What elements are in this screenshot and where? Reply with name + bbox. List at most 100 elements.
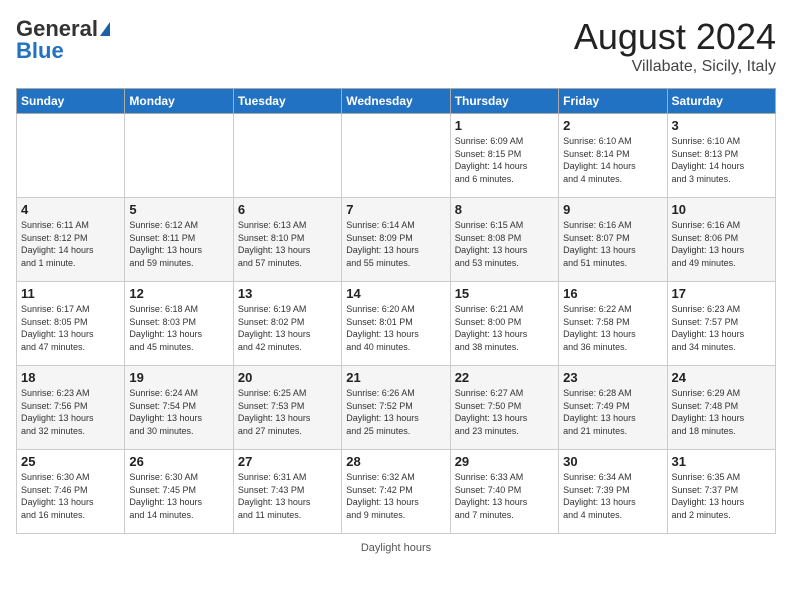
day-info: Sunrise: 6:33 AM Sunset: 7:40 PM Dayligh… bbox=[455, 471, 554, 521]
calendar-cell: 16Sunrise: 6:22 AM Sunset: 7:58 PM Dayli… bbox=[559, 282, 667, 366]
weekday-header: Tuesday bbox=[233, 89, 341, 114]
calendar-cell: 31 Sunrise: 6:35 AM Sunset: 7:37 PM Dayli… bbox=[667, 450, 775, 534]
calendar-cell: 7Sunrise: 6:14 AM Sunset: 8:09 PM Daylig… bbox=[342, 198, 450, 282]
day-info: Sunrise: 6:25 AM Sunset: 7:53 PM Dayligh… bbox=[238, 387, 337, 437]
day-number: 9 bbox=[563, 202, 662, 217]
calendar-cell: 13Sunrise: 6:19 AM Sunset: 8:02 PM Dayli… bbox=[233, 282, 341, 366]
day-info: Sunrise: 6:28 AM Sunset: 7:49 PM Dayligh… bbox=[563, 387, 662, 437]
day-number: 3 bbox=[672, 118, 771, 133]
logo: General Blue bbox=[16, 16, 110, 64]
day-info: Sunrise: 6:31 AM Sunset: 7:43 PM Dayligh… bbox=[238, 471, 337, 521]
day-info: Sunrise: 6:27 AM Sunset: 7:50 PM Dayligh… bbox=[455, 387, 554, 437]
calendar-cell: 19 Sunrise: 6:24 AM Sunset: 7:54 PM Dayli… bbox=[125, 366, 233, 450]
page-header: General Blue August 2024 Villabate, Sici… bbox=[16, 16, 776, 76]
day-number: 26 bbox=[129, 454, 228, 469]
weekday-header: Monday bbox=[125, 89, 233, 114]
calendar-cell: 30Sunrise: 6:34 AM Sunset: 7:39 PM Dayli… bbox=[559, 450, 667, 534]
calendar-cell: 5 Sunrise: 6:12 AM Sunset: 8:11 PM Daylig… bbox=[125, 198, 233, 282]
calendar-table: SundayMondayTuesdayWednesdayThursdayFrid… bbox=[16, 88, 776, 534]
day-number: 5 bbox=[129, 202, 228, 217]
day-info: Sunrise: 6:12 AM Sunset: 8:11 PM Dayligh… bbox=[129, 219, 228, 269]
calendar-week-row: 11Sunrise: 6:17 AM Sunset: 8:05 PM Dayli… bbox=[17, 282, 776, 366]
calendar-cell: 24Sunrise: 6:29 AM Sunset: 7:48 PM Dayli… bbox=[667, 366, 775, 450]
day-number: 16 bbox=[563, 286, 662, 301]
day-number: 6 bbox=[238, 202, 337, 217]
day-info: Sunrise: 6:09 AM Sunset: 8:15 PM Dayligh… bbox=[455, 135, 554, 185]
day-info: Sunrise: 6:32 AM Sunset: 7:42 PM Dayligh… bbox=[346, 471, 445, 521]
calendar-week-row: 18 Sunrise: 6:23 AM Sunset: 7:56 PM Dayli… bbox=[17, 366, 776, 450]
logo-triangle-icon bbox=[100, 22, 110, 36]
day-info: Sunrise: 6:16 AM Sunset: 8:06 PM Dayligh… bbox=[672, 219, 771, 269]
calendar-cell: 9 Sunrise: 6:16 AM Sunset: 8:07 PM Daylig… bbox=[559, 198, 667, 282]
calendar-cell: 4 Sunrise: 6:11 AM Sunset: 8:12 PM Daylig… bbox=[17, 198, 125, 282]
calendar-cell: 17 Sunrise: 6:23 AM Sunset: 7:57 PM Dayli… bbox=[667, 282, 775, 366]
day-info: Sunrise: 6:35 AM Sunset: 7:37 PM Dayligh… bbox=[672, 471, 771, 521]
calendar-cell: 3 Sunrise: 6:10 AM Sunset: 8:13 PM Daylig… bbox=[667, 114, 775, 198]
calendar-week-row: 25 Sunrise: 6:30 AM Sunset: 7:46 PM Dayli… bbox=[17, 450, 776, 534]
calendar-cell: 12 Sunrise: 6:18 AM Sunset: 8:03 PM Dayli… bbox=[125, 282, 233, 366]
calendar-cell: 27 Sunrise: 6:31 AM Sunset: 7:43 PM Dayli… bbox=[233, 450, 341, 534]
day-number: 10 bbox=[672, 202, 771, 217]
day-number: 31 bbox=[672, 454, 771, 469]
day-info: Sunrise: 6:30 AM Sunset: 7:45 PM Dayligh… bbox=[129, 471, 228, 521]
weekday-header-row: SundayMondayTuesdayWednesdayThursdayFrid… bbox=[17, 89, 776, 114]
day-number: 8 bbox=[455, 202, 554, 217]
calendar-cell: 28 Sunrise: 6:32 AM Sunset: 7:42 PM Dayli… bbox=[342, 450, 450, 534]
day-info: Sunrise: 6:17 AM Sunset: 8:05 PM Dayligh… bbox=[21, 303, 120, 353]
day-number: 25 bbox=[21, 454, 120, 469]
calendar-cell: 26 Sunrise: 6:30 AM Sunset: 7:45 PM Dayli… bbox=[125, 450, 233, 534]
day-number: 23 bbox=[563, 370, 662, 385]
calendar-cell bbox=[17, 114, 125, 198]
day-info: Sunrise: 6:23 AM Sunset: 7:57 PM Dayligh… bbox=[672, 303, 771, 353]
day-number: 12 bbox=[129, 286, 228, 301]
day-number: 19 bbox=[129, 370, 228, 385]
day-info: Sunrise: 6:24 AM Sunset: 7:54 PM Dayligh… bbox=[129, 387, 228, 437]
calendar-cell: 8 Sunrise: 6:15 AM Sunset: 8:08 PM Daylig… bbox=[450, 198, 558, 282]
footer: Daylight hours bbox=[16, 542, 776, 554]
calendar-cell: 23 Sunrise: 6:28 AM Sunset: 7:49 PM Dayli… bbox=[559, 366, 667, 450]
day-info: Sunrise: 6:11 AM Sunset: 8:12 PM Dayligh… bbox=[21, 219, 120, 269]
weekday-header: Sunday bbox=[17, 89, 125, 114]
day-number: 17 bbox=[672, 286, 771, 301]
day-info: Sunrise: 6:21 AM Sunset: 8:00 PM Dayligh… bbox=[455, 303, 554, 353]
month-year-title: August 2024 bbox=[574, 16, 776, 58]
day-info: Sunrise: 6:23 AM Sunset: 7:56 PM Dayligh… bbox=[21, 387, 120, 437]
calendar-cell: 22 Sunrise: 6:27 AM Sunset: 7:50 PM Dayli… bbox=[450, 366, 558, 450]
weekday-header: Saturday bbox=[667, 89, 775, 114]
weekday-header: Thursday bbox=[450, 89, 558, 114]
day-info: Sunrise: 6:16 AM Sunset: 8:07 PM Dayligh… bbox=[563, 219, 662, 269]
calendar-cell: 25 Sunrise: 6:30 AM Sunset: 7:46 PM Dayli… bbox=[17, 450, 125, 534]
day-number: 1 bbox=[455, 118, 554, 133]
day-number: 21 bbox=[346, 370, 445, 385]
day-number: 22 bbox=[455, 370, 554, 385]
day-number: 27 bbox=[238, 454, 337, 469]
day-info: Sunrise: 6:10 AM Sunset: 8:13 PM Dayligh… bbox=[672, 135, 771, 185]
calendar-cell: 11Sunrise: 6:17 AM Sunset: 8:05 PM Dayli… bbox=[17, 282, 125, 366]
calendar-cell bbox=[342, 114, 450, 198]
day-number: 29 bbox=[455, 454, 554, 469]
day-info: Sunrise: 6:14 AM Sunset: 8:09 PM Dayligh… bbox=[346, 219, 445, 269]
weekday-header: Friday bbox=[559, 89, 667, 114]
day-number: 15 bbox=[455, 286, 554, 301]
day-info: Sunrise: 6:18 AM Sunset: 8:03 PM Dayligh… bbox=[129, 303, 228, 353]
day-info: Sunrise: 6:29 AM Sunset: 7:48 PM Dayligh… bbox=[672, 387, 771, 437]
day-info: Sunrise: 6:30 AM Sunset: 7:46 PM Dayligh… bbox=[21, 471, 120, 521]
calendar-cell: 15 Sunrise: 6:21 AM Sunset: 8:00 PM Dayli… bbox=[450, 282, 558, 366]
day-number: 20 bbox=[238, 370, 337, 385]
day-info: Sunrise: 6:13 AM Sunset: 8:10 PM Dayligh… bbox=[238, 219, 337, 269]
day-info: Sunrise: 6:34 AM Sunset: 7:39 PM Dayligh… bbox=[563, 471, 662, 521]
calendar-cell: 29 Sunrise: 6:33 AM Sunset: 7:40 PM Dayli… bbox=[450, 450, 558, 534]
day-number: 18 bbox=[21, 370, 120, 385]
logo-blue: Blue bbox=[16, 38, 64, 64]
calendar-cell: 18 Sunrise: 6:23 AM Sunset: 7:56 PM Dayli… bbox=[17, 366, 125, 450]
calendar-week-row: 1 Sunrise: 6:09 AM Sunset: 8:15 PM Daylig… bbox=[17, 114, 776, 198]
calendar-cell: 6 Sunrise: 6:13 AM Sunset: 8:10 PM Daylig… bbox=[233, 198, 341, 282]
day-info: Sunrise: 6:26 AM Sunset: 7:52 PM Dayligh… bbox=[346, 387, 445, 437]
day-number: 4 bbox=[21, 202, 120, 217]
day-info: Sunrise: 6:10 AM Sunset: 8:14 PM Dayligh… bbox=[563, 135, 662, 185]
day-number: 28 bbox=[346, 454, 445, 469]
location-subtitle: Villabate, Sicily, Italy bbox=[574, 58, 776, 76]
calendar-cell: 14Sunrise: 6:20 AM Sunset: 8:01 PM Dayli… bbox=[342, 282, 450, 366]
calendar-cell bbox=[125, 114, 233, 198]
day-info: Sunrise: 6:15 AM Sunset: 8:08 PM Dayligh… bbox=[455, 219, 554, 269]
